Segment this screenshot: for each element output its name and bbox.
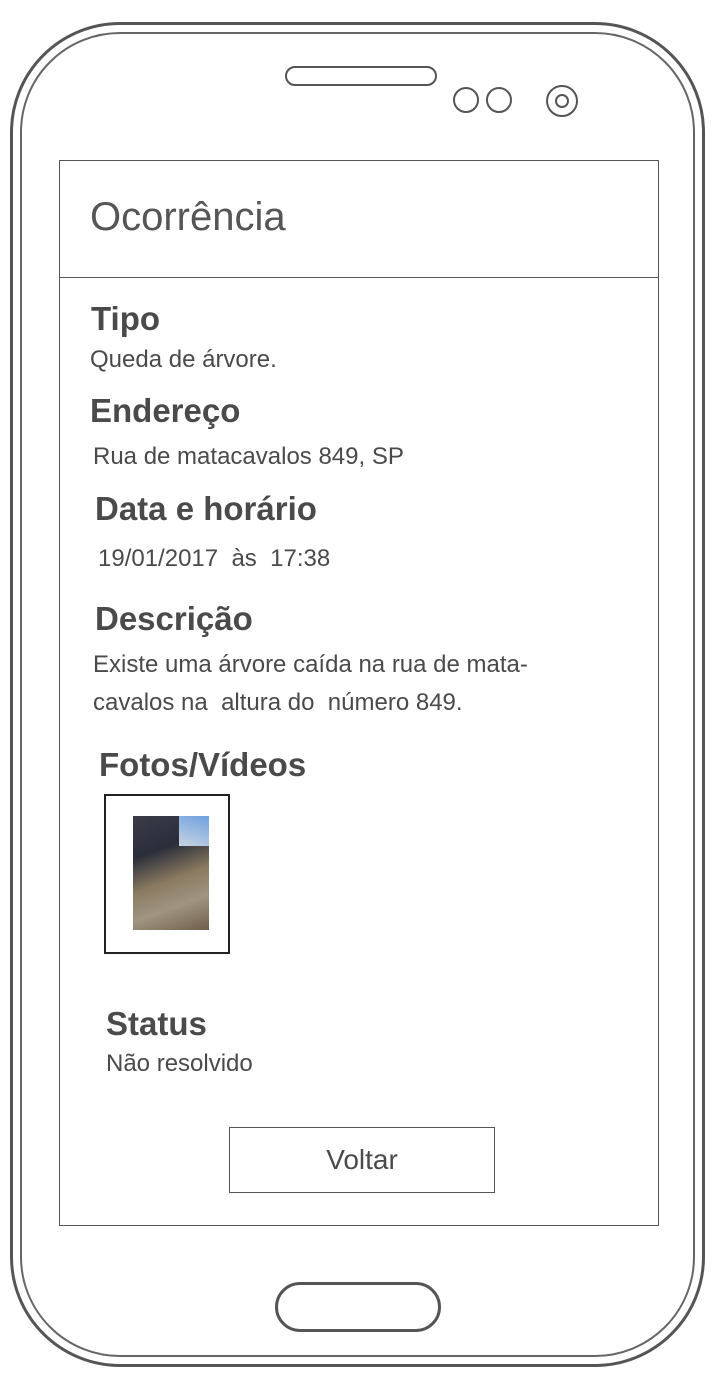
tipo-value: Queda de árvore. bbox=[90, 346, 277, 373]
descricao-label: Descrição bbox=[95, 600, 253, 637]
endereco-label: Endereço bbox=[90, 392, 241, 429]
back-button[interactable]: Voltar bbox=[229, 1127, 495, 1193]
sensor-icon bbox=[486, 87, 512, 113]
data-value: 19/01/2017 às 17:38 bbox=[98, 545, 331, 572]
tipo-label: Tipo bbox=[91, 300, 161, 337]
data-label: Data e horário bbox=[95, 490, 317, 527]
camera-lens-icon bbox=[555, 94, 569, 108]
page-title: Ocorrência bbox=[90, 195, 286, 239]
home-button[interactable] bbox=[275, 1282, 441, 1332]
speaker-icon bbox=[285, 66, 437, 86]
fotos-label: Fotos/Vídeos bbox=[99, 746, 307, 783]
endereco-value: Rua de matacavalos 849, SP bbox=[93, 443, 404, 470]
status-value: Não resolvido bbox=[106, 1050, 253, 1077]
descricao-line2: cavalos na altura do número 849. bbox=[93, 689, 463, 716]
status-label: Status bbox=[106, 1005, 207, 1042]
sensor-icon bbox=[453, 87, 479, 113]
fallen-tree-photo bbox=[133, 816, 209, 930]
descricao-line1: Existe uma árvore caída na rua de mata- bbox=[93, 651, 528, 678]
